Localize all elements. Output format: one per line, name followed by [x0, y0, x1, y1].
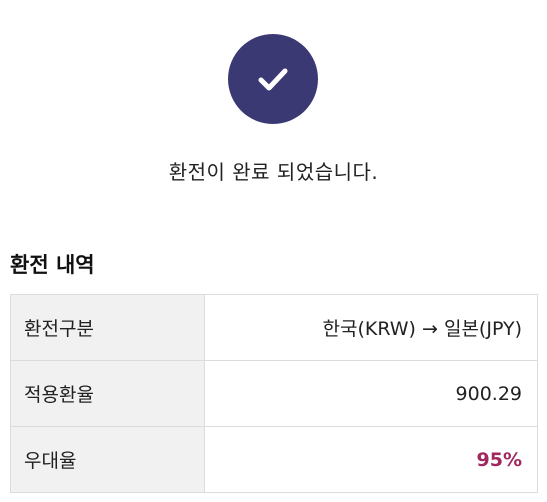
table-row: 환전구분 한국(KRW) → 일본(JPY) — [10, 294, 538, 361]
completion-message: 환전이 완료 되었습니다. — [168, 160, 379, 184]
row-label-preferential-rate: 우대율 — [10, 426, 205, 493]
row-value-preferential-rate: 95% — [204, 426, 538, 493]
row-value-exchange-type: 한국(KRW) → 일본(JPY) — [204, 294, 538, 361]
check-icon — [258, 68, 288, 91]
table-row: 적용환율 900.29 — [10, 360, 538, 427]
success-badge — [228, 34, 318, 124]
section-title: 환전 내역 — [10, 253, 95, 277]
table-row: 우대율 95% — [10, 426, 538, 493]
row-label-exchange-rate: 적용환율 — [10, 360, 205, 427]
row-value-exchange-rate: 900.29 — [204, 360, 538, 427]
row-label-exchange-type: 환전구분 — [10, 294, 205, 361]
exchange-detail-table: 환전구분 한국(KRW) → 일본(JPY) 적용환율 900.29 우대율 9… — [10, 294, 538, 493]
exchange-complete-page: 환전이 완료 되었습니다. 환전 내역 환전구분 한국(KRW) → 일본(JP… — [0, 0, 547, 502]
